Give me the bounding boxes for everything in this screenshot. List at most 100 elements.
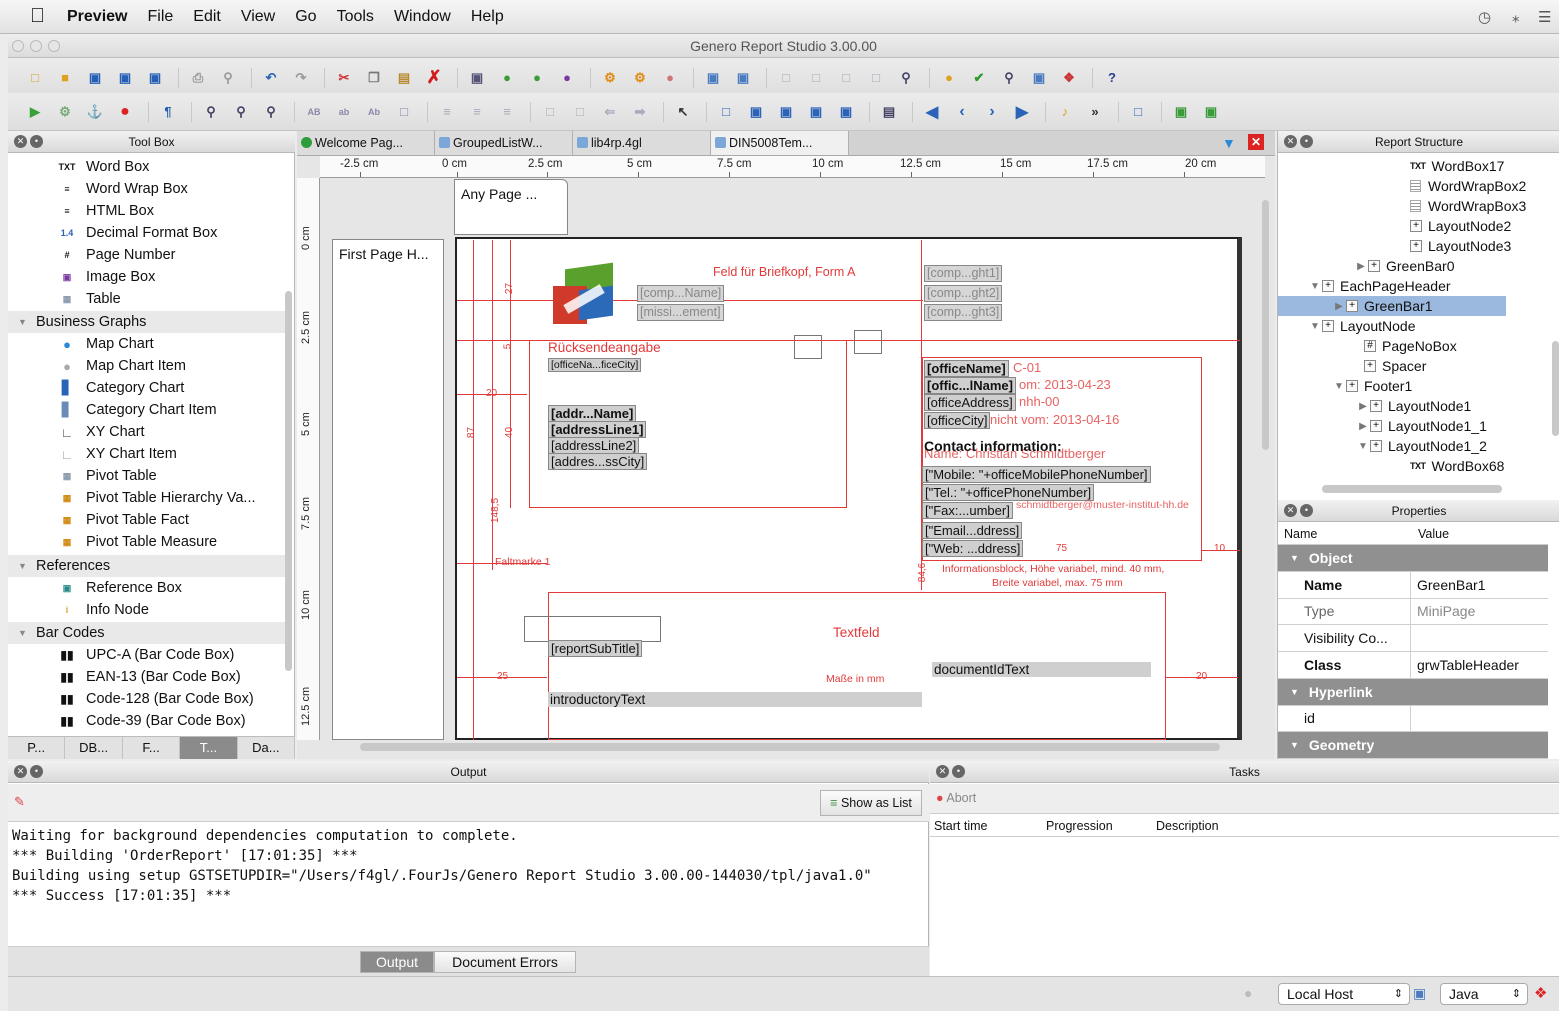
office-address-field[interactable]: [officeAddress] <box>924 394 1016 411</box>
toolbox-item-image-box[interactable]: ▣ Image Box <box>8 266 288 288</box>
abort-button[interactable]: ● Abort <box>936 791 976 805</box>
toolbox-item-map-chart-item[interactable]: ● Map Chart Item <box>8 355 288 377</box>
grid-icon[interactable]: □ <box>539 101 561 123</box>
toolbox-item-code-39[interactable]: ▮▮ Code-39 (Bar Code Box) <box>8 710 288 732</box>
more-icon[interactable]: » <box>1084 101 1106 123</box>
frame-icon[interactable]: □ <box>715 101 737 123</box>
toolbox-category-bar-codes[interactable]: Bar Codes <box>8 622 288 644</box>
tree-vertical-scrollbar[interactable] <box>1552 341 1559 436</box>
expand-arrow-icon[interactable]: ▼ <box>1308 281 1322 292</box>
mobile-field[interactable]: ["Mobile: "+officeMobilePhoneNumber] <box>922 466 1151 483</box>
columns-icon[interactable]: □ <box>569 101 591 123</box>
property-value[interactable]: GreenBar1 <box>1411 577 1485 593</box>
step-icon[interactable]: ⚙ <box>54 101 76 123</box>
toolbox-item-pivot-hierarchy[interactable]: ▦ Pivot Table Hierarchy Va... <box>8 487 288 509</box>
zoom-in-icon[interactable]: ⚲ <box>230 101 252 123</box>
minimize-window-button[interactable] <box>30 40 42 52</box>
float-panel-icon[interactable]: • <box>30 765 43 778</box>
close-panel-icon[interactable]: ✕ <box>14 765 27 778</box>
compile-icon[interactable]: ● <box>496 67 518 89</box>
introductory-text-field[interactable]: introductoryText <box>548 692 922 707</box>
open-folder-icon[interactable]: ■ <box>54 67 76 89</box>
tree-node[interactable]: # PageNoBox <box>1278 336 1457 356</box>
output-log[interactable]: Waiting for background dependencies comp… <box>12 826 872 906</box>
report-subtitle-field[interactable]: [reportSubTitle] <box>548 640 643 657</box>
arrow-right-icon[interactable]: ➡ <box>629 101 651 123</box>
layout-icon[interactable]: □ <box>775 67 797 89</box>
uppercase-icon[interactable]: AB <box>303 101 325 123</box>
tree-node[interactable]: ▶ + GreenBar1 <box>1278 296 1506 316</box>
save-as-icon[interactable]: ▣ <box>114 67 136 89</box>
toolbox-category-business-graphs[interactable]: Business Graphs <box>8 311 288 333</box>
toolbox-item-table[interactable]: ▦ Table <box>8 288 288 310</box>
bluetooth-icon[interactable]: ⁎ <box>1512 8 1520 26</box>
float-panel-icon[interactable]: • <box>952 765 965 778</box>
float-panel-icon[interactable]: • <box>30 135 43 148</box>
tree-node[interactable]: ▼ + LayoutNode <box>1278 316 1415 336</box>
tab-db[interactable]: DB... <box>65 737 123 759</box>
redo-icon[interactable]: ↷ <box>290 67 312 89</box>
tree-node[interactable]: TXT WordBox68 <box>1278 456 1504 476</box>
align-left-icon[interactable]: ≡ <box>436 101 458 123</box>
find-icon[interactable]: ▣ <box>466 67 488 89</box>
zoom-fit-icon[interactable]: ⚲ <box>260 101 282 123</box>
address-line2-field[interactable]: [addressLine2] <box>548 437 640 454</box>
menu-tools[interactable]: Tools <box>337 8 374 26</box>
play-icon[interactable]: ▶ <box>24 101 46 123</box>
close-panel-icon[interactable]: ✕ <box>936 765 949 778</box>
property-value[interactable]: grwTableHeader <box>1411 657 1519 673</box>
property-row[interactable]: id <box>1278 705 1548 733</box>
menu-view[interactable]: View <box>241 8 275 26</box>
split-icon[interactable]: ⇐ <box>599 101 621 123</box>
frame-5-icon[interactable]: ▣ <box>835 101 857 123</box>
last-page-icon[interactable]: ▶ <box>1011 101 1033 123</box>
expand-arrow-icon[interactable]: ▶ <box>1356 421 1370 432</box>
previous-page-icon[interactable]: ‹ <box>951 101 973 123</box>
office-lname-field[interactable]: [offic...lName] <box>924 377 1016 394</box>
report-icon[interactable]: ▣ <box>732 67 754 89</box>
address-city-field[interactable]: [addres...ssCity] <box>548 453 648 470</box>
clear-output-icon[interactable]: ✎ <box>14 794 25 810</box>
property-row[interactable]: Type MiniPage <box>1278 598 1548 626</box>
toolbox-item-pivot-measure[interactable]: ▦ Pivot Table Measure <box>8 531 288 553</box>
menu-app[interactable]: Preview <box>67 8 127 26</box>
settings-icon[interactable]: ⚙ <box>629 67 651 89</box>
align-center-icon[interactable]: ≡ <box>466 101 488 123</box>
wifi-icon[interactable]: ☰ <box>1538 8 1551 26</box>
layout-2-icon[interactable]: □ <box>805 67 827 89</box>
server-icon[interactable]: ▣ <box>1413 985 1426 1002</box>
lowercase-icon[interactable]: ab <box>333 101 355 123</box>
tab-output[interactable]: Output <box>360 951 434 973</box>
gear-icon[interactable]: ⚙ <box>599 67 621 89</box>
toolbox-item-pivot-fact[interactable]: ▦ Pivot Table Fact <box>8 509 288 531</box>
toolbox-item-pivot-table[interactable]: ▦ Pivot Table <box>8 465 288 487</box>
expand-arrow-icon[interactable]: ▼ <box>1308 321 1322 332</box>
audio-icon[interactable]: ♪ <box>1054 101 1076 123</box>
tab-document-errors[interactable]: Document Errors <box>434 951 576 973</box>
web-field[interactable]: ["Web: ...ddress] <box>922 540 1024 557</box>
property-category[interactable]: ▼ Geometry <box>1278 731 1548 759</box>
align-right-icon[interactable]: ≡ <box>496 101 518 123</box>
first-page-icon[interactable]: ◀ <box>921 101 943 123</box>
tree-node[interactable]: TXT WordBox17 <box>1278 156 1504 176</box>
toolbox-item-xy-chart-item[interactable]: ∟ XY Chart Item <box>8 443 288 465</box>
toolbox-item-ean-13[interactable]: ▮▮ EAN-13 (Bar Code Box) <box>8 666 288 688</box>
first-page-header[interactable]: First Page H... <box>332 239 444 740</box>
small-box[interactable] <box>854 330 882 354</box>
property-row[interactable]: Class grwTableHeader <box>1278 651 1548 679</box>
tree-node[interactable]: ▼ + LayoutNode1_2 <box>1278 436 1487 456</box>
tab-lib4rp[interactable]: lib4rp.4gl <box>573 131 711 155</box>
save-all-icon[interactable]: ▣ <box>144 67 166 89</box>
help-icon[interactable]: ? <box>1101 67 1123 89</box>
toolbox-item-word-wrap-box[interactable]: ≡ Word Wrap Box <box>8 178 288 200</box>
menu-edit[interactable]: Edit <box>193 8 221 26</box>
float-panel-icon[interactable]: • <box>1300 504 1313 517</box>
toolbox-item-category-chart-item[interactable]: ▋ Category Chart Item <box>8 399 288 421</box>
stop-icon[interactable]: ● <box>114 101 136 123</box>
company-right2-field[interactable]: [comp...ght2] <box>924 285 1003 302</box>
pointer-icon[interactable]: ↖ <box>672 101 694 123</box>
menu-go[interactable]: Go <box>295 8 316 26</box>
debug-icon[interactable]: ❖ <box>1058 67 1080 89</box>
host-select[interactable]: Local Host ⇕ <box>1278 983 1410 1005</box>
toolbox-item-html-box[interactable]: ≡ HTML Box <box>8 200 288 222</box>
